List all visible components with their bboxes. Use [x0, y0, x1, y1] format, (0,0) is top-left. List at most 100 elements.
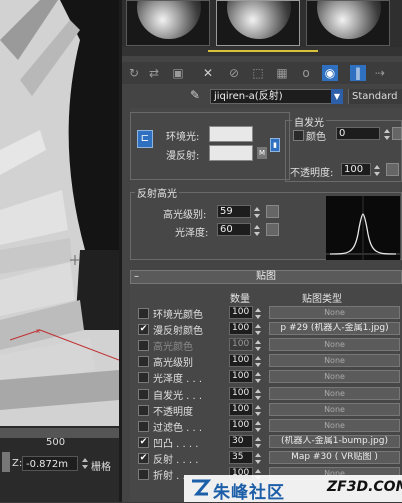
- map-amount-spinner[interactable]: [255, 370, 263, 384]
- map-slot-button[interactable]: None: [269, 386, 400, 400]
- map-amount-input[interactable]: 100: [229, 386, 253, 400]
- map-amount-spinner[interactable]: [255, 451, 263, 464]
- map-amount-spinner[interactable]: [255, 419, 263, 432]
- map-channel-name: 漫反射颜色: [153, 326, 203, 338]
- diffuse-color-swatch[interactable]: [209, 145, 253, 161]
- sample-slot-1[interactable]: [126, 0, 210, 46]
- delete-icon[interactable]: ✕: [200, 65, 216, 81]
- map-amount-input[interactable]: 100: [229, 418, 253, 432]
- map-amount-input[interactable]: 100: [229, 338, 253, 352]
- opacity-input[interactable]: 100: [341, 163, 371, 176]
- map-amount-input[interactable]: 35: [229, 450, 253, 464]
- self-illum-color-checkbox[interactable]: [293, 130, 304, 141]
- gloss-map-button[interactable]: [266, 223, 279, 236]
- map-amount-spinner[interactable]: [255, 387, 263, 400]
- map-enable-checkbox[interactable]: [138, 469, 149, 480]
- viewport[interactable]: x: [0, 0, 119, 434]
- make-unique-icon[interactable]: ⊘: [226, 65, 242, 81]
- lock-selection-button[interactable]: [2, 452, 10, 472]
- map-slot-button[interactable]: None: [269, 306, 400, 319]
- map-slot-button[interactable]: p #29 (机器人-金属1.jpg): [269, 322, 400, 336]
- map-channel-name: 不透明度: [153, 406, 193, 418]
- map-enable-checkbox[interactable]: [138, 340, 149, 352]
- put-to-scene-icon[interactable]: ⇄: [146, 65, 162, 81]
- spec-level-input[interactable]: 59: [217, 205, 251, 218]
- sample-slot-3[interactable]: [306, 0, 390, 46]
- go-to-parent-icon[interactable]: ‖: [350, 65, 366, 81]
- map-enable-checkbox[interactable]: [138, 388, 149, 400]
- map-slot-button[interactable]: (机器人-金属1-bump.jpg): [269, 434, 400, 448]
- sample-slot-2[interactable]: [216, 0, 300, 46]
- map-enable-checkbox[interactable]: ✔: [138, 452, 149, 464]
- lock-ambient-diffuse-button[interactable]: ⊏: [137, 130, 153, 148]
- spec-level-label: 高光级别:: [163, 210, 207, 221]
- material-toolbar: ↻ ⇄ ▣ ✕ ⊘ ⬚ ▦ o ◉ ‖ ⇢: [122, 62, 402, 84]
- map-channel-name: 自发光 . . .: [153, 390, 203, 402]
- map-amount-spinner[interactable]: [255, 338, 263, 352]
- material-editor-panel: ↻ ⇄ ▣ ✕ ⊘ ⬚ ▦ o ◉ ‖ ⇢ ✎ jiqiren-a(反射) ▼ …: [119, 0, 402, 503]
- gloss-label: 光泽度:: [175, 228, 209, 239]
- map-slot-button[interactable]: Map #30 ( VR贴图 ): [269, 450, 400, 464]
- material-effects-icon[interactable]: ▦: [274, 65, 290, 81]
- map-enable-checkbox[interactable]: [138, 404, 149, 416]
- opacity-map-button[interactable]: [386, 163, 399, 176]
- site-logo-icon: [192, 479, 211, 496]
- map-amount-input[interactable]: 100: [229, 370, 253, 384]
- ambient-label: 环境光:: [166, 132, 200, 143]
- map-amount-spinner[interactable]: [255, 435, 263, 448]
- map-slot-button[interactable]: None: [269, 418, 400, 432]
- slot-scroll-thumb[interactable]: [208, 50, 318, 52]
- diffuse-lock-icon[interactable]: ▮: [270, 138, 280, 152]
- map-amount-input[interactable]: 30: [229, 434, 253, 448]
- gloss-spinner[interactable]: [254, 223, 262, 236]
- material-type-button[interactable]: Standard: [348, 89, 402, 104]
- map-amount-input[interactable]: 100: [229, 402, 253, 416]
- map-amount-spinner[interactable]: [255, 306, 263, 319]
- map-enable-checkbox[interactable]: ✔: [138, 436, 149, 448]
- ruler-value: 500: [46, 437, 66, 448]
- map-slot-button[interactable]: None: [269, 338, 400, 352]
- self-illum-spinner[interactable]: [384, 127, 392, 140]
- z-coordinate-input[interactable]: -0.872m: [22, 456, 78, 471]
- show-in-viewport-icon[interactable]: ◉: [322, 65, 338, 81]
- gloss-input[interactable]: 60: [217, 223, 251, 236]
- map-enable-checkbox[interactable]: ✔: [138, 324, 149, 336]
- map-channel-name: 过滤色 . . .: [153, 422, 203, 434]
- opacity-spinner[interactable]: [374, 163, 382, 176]
- material-name-field[interactable]: jiqiren-a(反射): [210, 89, 338, 104]
- z-coordinate-spinner[interactable]: [82, 456, 88, 471]
- eyedropper-icon[interactable]: ✎: [190, 88, 200, 102]
- go-forward-icon[interactable]: ⇢: [372, 65, 388, 81]
- material-name-dropdown-icon[interactable]: ▼: [331, 89, 343, 104]
- spec-level-spinner[interactable]: [254, 205, 262, 218]
- diffuse-map-button[interactable]: M: [257, 147, 267, 159]
- map-amount-spinner[interactable]: [255, 354, 263, 368]
- put-to-library-icon[interactable]: ⬚: [250, 65, 266, 81]
- self-illum-map-button[interactable]: [392, 127, 402, 140]
- map-enable-checkbox[interactable]: [138, 356, 149, 368]
- map-row: 光泽度 . . . 100 None: [136, 369, 402, 385]
- map-slot-button[interactable]: None: [269, 370, 400, 384]
- map-slot-button[interactable]: None: [269, 402, 400, 416]
- map-amount-input[interactable]: 100: [229, 354, 253, 368]
- map-enable-checkbox[interactable]: [138, 308, 149, 319]
- map-amount-input[interactable]: 100: [229, 322, 253, 336]
- map-enable-checkbox[interactable]: [138, 372, 149, 384]
- spec-level-map-button[interactable]: [266, 205, 279, 218]
- show-map-icon[interactable]: o: [298, 65, 314, 81]
- map-enable-checkbox[interactable]: [138, 420, 149, 432]
- map-row: ✔ 反射 . . . . 35 Map #30 ( VR贴图 ): [136, 450, 402, 466]
- map-row: 过滤色 . . . 100 None: [136, 418, 402, 434]
- map-slot-button[interactable]: None: [269, 354, 400, 368]
- svg-text:x: x: [36, 327, 40, 335]
- assign-material-icon[interactable]: ▣: [170, 65, 186, 81]
- map-amount-input[interactable]: 100: [229, 306, 253, 319]
- self-illum-color-label: 颜色: [306, 132, 326, 143]
- opacity-label: 不透明度:: [290, 168, 334, 179]
- get-material-icon[interactable]: ↻: [126, 65, 142, 81]
- map-amount-spinner[interactable]: [255, 403, 263, 416]
- watermark-site-name: 朱峰社区: [213, 483, 285, 503]
- self-illum-color-input[interactable]: 0: [336, 127, 380, 140]
- ambient-color-swatch[interactable]: [209, 126, 253, 142]
- map-amount-spinner[interactable]: [255, 322, 263, 336]
